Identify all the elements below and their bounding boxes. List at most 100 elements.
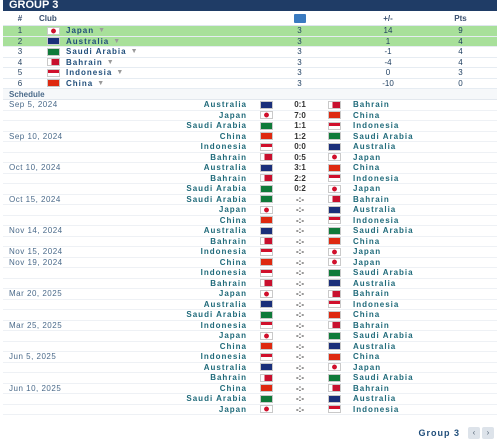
match-row[interactable]: Oct 10, 2024 Australia 3:1 China [3, 163, 497, 174]
team-position: 5 [17, 68, 23, 78]
bahrain-flag-icon [327, 321, 341, 330]
match-date: Nov 19, 2024 [9, 257, 63, 267]
match-row[interactable]: Bahrain -:- Australia [3, 279, 497, 289]
china-flag-icon [259, 342, 273, 351]
match-score: 7:0 [294, 110, 306, 120]
standings-row[interactable]: 4 Bahrain ▼ 3 -4 4 [3, 57, 497, 68]
match-row[interactable]: Mar 25, 2025 Indonesia -:- Bahrain [3, 320, 497, 331]
home-team: Japan [218, 110, 247, 120]
home-flag [255, 268, 277, 277]
match-date: Sep 10, 2024 [9, 131, 63, 141]
chevron-down-icon[interactable]: ▼ [107, 59, 114, 66]
home-team: Australia [203, 163, 247, 173]
match-row[interactable]: Japan -:- Saudi Arabia [3, 331, 497, 342]
home-team: China [219, 341, 247, 351]
home-team: Bahrain [210, 173, 247, 183]
bahrain-flag-icon [259, 237, 273, 246]
team-cell: Bahrain ▼ [37, 58, 247, 67]
match-row[interactable]: Saudi Arabia -:- Australia [3, 394, 497, 405]
home-team: Japan [218, 205, 247, 215]
standings-row[interactable]: 6 China ▼ 3 -10 0 [3, 79, 497, 89]
indonesia-flag-icon [327, 174, 341, 183]
match-row[interactable]: Bahrain -:- Saudi Arabia [3, 373, 497, 384]
home-team: Saudi Arabia [186, 121, 247, 131]
indonesia-flag-icon [259, 142, 273, 151]
match-row[interactable]: China -:- Indonesia [3, 216, 497, 226]
chevron-down-icon[interactable]: ▼ [97, 80, 104, 87]
match-row[interactable]: Japan -:- Indonesia [3, 405, 497, 415]
match-row[interactable]: Japan 7:0 China [3, 110, 497, 121]
away-team: China [353, 352, 381, 362]
home-flag [255, 195, 277, 204]
match-row[interactable]: Jun 10, 2025 China -:- Bahrain [3, 383, 497, 394]
away-team: Saudi Arabia [353, 331, 414, 341]
match-row[interactable]: Indonesia -:- Saudi Arabia [3, 268, 497, 279]
away-team: Japan [353, 152, 382, 162]
saudi-flag-icon [259, 310, 273, 319]
standings-row[interactable]: 5 Indonesia ▼ 3 0 3 [3, 68, 497, 79]
team-name: China [66, 78, 94, 88]
match-date: Sep 5, 2024 [9, 100, 58, 110]
match-row[interactable]: China -:- Australia [3, 341, 497, 352]
match-row[interactable]: Oct 15, 2024 Saudi Arabia -:- Bahrain [3, 195, 497, 205]
match-row[interactable]: Sep 10, 2024 China 1:2 Saudi Arabia [3, 131, 497, 142]
indonesia-flag-icon [327, 121, 341, 130]
match-row[interactable]: Saudi Arabia 1:1 Indonesia [3, 121, 497, 132]
match-score: 0:0 [294, 142, 306, 152]
match-row[interactable]: Mar 20, 2025 Japan -:- Bahrain [3, 289, 497, 300]
match-row[interactable]: Bahrain -:- China [3, 237, 497, 247]
match-row[interactable]: Australia -:- Japan [3, 362, 497, 373]
goal-difference: 14 [383, 26, 393, 36]
away-flag [323, 247, 345, 256]
col-played [247, 13, 352, 23]
match-row[interactable]: Bahrain 2:2 Indonesia [3, 173, 497, 184]
standings-row[interactable]: 3 Saudi Arabia ▼ 3 -1 4 [3, 47, 497, 58]
away-team: Bahrain [353, 320, 390, 330]
standings-row[interactable]: 2 Australia ▼ 3 1 4 [3, 36, 497, 47]
japan-flag-icon [47, 26, 60, 35]
saudi-flag-icon [259, 195, 273, 204]
home-flag [255, 121, 277, 130]
home-flag [255, 310, 277, 319]
match-row[interactable]: Saudi Arabia -:- China [3, 310, 497, 321]
saudi-flag-icon [327, 132, 341, 141]
home-flag [255, 279, 277, 288]
home-flag [255, 153, 277, 162]
away-team: Bahrain [353, 383, 390, 393]
standings-row[interactable]: 1 Japan ▼ 3 14 9 [3, 26, 497, 37]
home-flag [255, 384, 277, 393]
chevron-down-icon[interactable]: ▼ [131, 48, 138, 55]
match-score: -:- [296, 362, 304, 372]
team-position: 4 [17, 57, 23, 67]
match-row[interactable]: Jun 5, 2025 Indonesia -:- China [3, 352, 497, 363]
match-score: -:- [296, 383, 304, 393]
home-flag [255, 300, 277, 309]
home-flag [255, 174, 277, 183]
team-position: 2 [17, 36, 23, 46]
chevron-right-icon[interactable]: › [482, 427, 494, 439]
match-score: -:- [296, 289, 304, 299]
china-flag-icon [327, 310, 341, 319]
match-row[interactable]: Australia -:- Indonesia [3, 300, 497, 310]
chevron-down-icon[interactable]: ▼ [98, 27, 105, 34]
match-row[interactable]: Saudi Arabia 0:2 Japan [3, 184, 497, 195]
saudi-flag-icon [327, 331, 341, 340]
match-score: -:- [296, 247, 304, 257]
bahrain-flag-icon [259, 153, 273, 162]
home-team: Bahrain [210, 152, 247, 162]
match-row[interactable]: Nov 15, 2024 Indonesia -:- Japan [3, 247, 497, 258]
team-name: Bahrain [66, 57, 103, 67]
group-widget: GROUP 3 # Club +/- Pts 1 Japan ▼ 3 14 9 2 Austr… [0, 0, 500, 440]
team-cell: China ▼ [37, 79, 247, 88]
match-row[interactable]: Bahrain 0:5 Japan [3, 152, 497, 163]
chevron-left-icon[interactable]: ‹ [468, 427, 480, 439]
match-row[interactable]: Sep 5, 2024 Australia 0:1 Bahrain [3, 100, 497, 111]
away-flag [323, 352, 345, 361]
match-row[interactable]: Japan -:- Australia [3, 205, 497, 216]
chevron-down-icon[interactable]: ▼ [113, 38, 120, 45]
match-row[interactable]: Indonesia 0:0 Australia [3, 142, 497, 153]
indonesia-flag-icon [327, 216, 341, 225]
match-row[interactable]: Nov 14, 2024 Australia -:- Saudi Arabia [3, 226, 497, 237]
chevron-down-icon[interactable]: ▼ [116, 69, 123, 76]
match-row[interactable]: Nov 19, 2024 China -:- Japan [3, 257, 497, 268]
